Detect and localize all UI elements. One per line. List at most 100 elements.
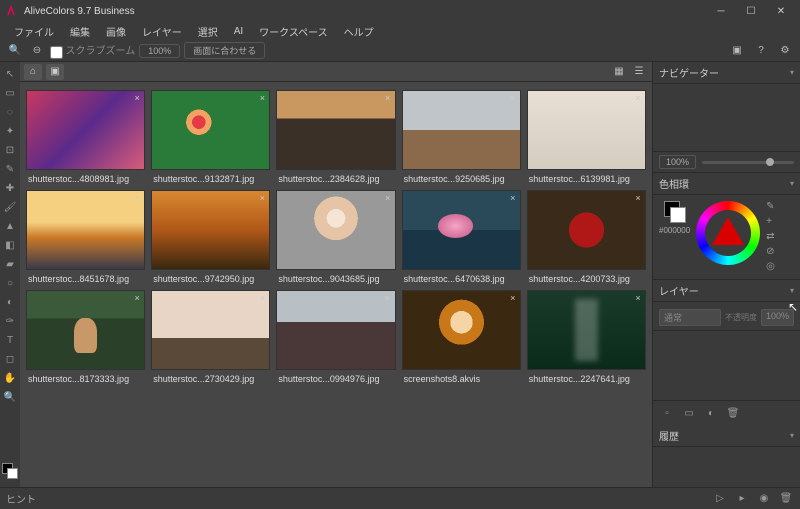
close-thumb-icon[interactable]: × bbox=[132, 193, 142, 203]
hand-tool-icon[interactable]: ✋ bbox=[2, 370, 18, 386]
view-list-icon[interactable]: ☰ bbox=[630, 63, 648, 81]
zoom-tool2-icon[interactable]: 🔍 bbox=[2, 389, 18, 405]
hex-value[interactable]: #000000 bbox=[659, 226, 690, 235]
tab-folder-icon[interactable]: ▣ bbox=[46, 64, 64, 80]
blur-tool-icon[interactable]: ○ bbox=[2, 275, 18, 291]
move-tool-icon[interactable]: ↖ bbox=[2, 66, 18, 82]
thumbnail-card[interactable]: ×shutterstoc...8451678.jpg bbox=[26, 190, 145, 284]
thumbnail-image[interactable]: × bbox=[527, 190, 646, 270]
thumbnail-card[interactable]: ×shutterstoc...2730429.jpg bbox=[151, 290, 270, 384]
maximize-button[interactable]: ☐ bbox=[736, 1, 766, 21]
wand-tool-icon[interactable]: ✦ bbox=[2, 123, 18, 139]
folder-icon[interactable]: ▭ bbox=[681, 405, 697, 421]
collapse-icon[interactable]: ▾ bbox=[790, 68, 794, 77]
close-thumb-icon[interactable]: × bbox=[383, 193, 393, 203]
info-icon[interactable]: ▣ bbox=[728, 42, 746, 60]
heal-tool-icon[interactable]: ✚ bbox=[2, 180, 18, 196]
trash2-icon[interactable]: 🗑 bbox=[778, 491, 794, 507]
help-icon[interactable]: ? bbox=[752, 42, 770, 60]
thumbnail-card[interactable]: ×shutterstoc...6470638.jpg bbox=[402, 190, 521, 284]
thumbnail-image[interactable]: × bbox=[527, 290, 646, 370]
zoom-100-button[interactable]: 100% bbox=[139, 44, 180, 58]
menu-workspace[interactable]: ワークスペース bbox=[251, 22, 336, 41]
scrub-zoom-checkbox[interactable] bbox=[50, 46, 63, 59]
record-icon[interactable]: ◉ bbox=[756, 491, 772, 507]
close-thumb-icon[interactable]: × bbox=[633, 193, 643, 203]
lasso-tool-icon[interactable]: ◌ bbox=[2, 104, 18, 120]
fit-screen-button[interactable]: 画面に合わせる bbox=[184, 42, 265, 59]
thumbnail-card[interactable]: ×shutterstoc...2384628.jpg bbox=[276, 90, 395, 184]
minimize-button[interactable]: ─ bbox=[706, 1, 736, 21]
layers-header[interactable]: レイヤー▾ bbox=[653, 280, 800, 302]
close-button[interactable]: ✕ bbox=[766, 1, 796, 21]
menu-select[interactable]: 選択 bbox=[190, 22, 226, 41]
thumbnail-card[interactable]: ×shutterstoc...9742950.jpg bbox=[151, 190, 270, 284]
close-thumb-icon[interactable]: × bbox=[633, 93, 643, 103]
brush-tool-icon[interactable]: 🖌 bbox=[2, 199, 18, 215]
play-icon[interactable]: ▷ bbox=[712, 491, 728, 507]
dodge-tool-icon[interactable]: ◐ bbox=[2, 294, 18, 310]
mask-icon[interactable]: ◐ bbox=[703, 405, 719, 421]
close-thumb-icon[interactable]: × bbox=[257, 193, 267, 203]
zoom-value[interactable]: 100% bbox=[659, 155, 696, 169]
crop-tool-icon[interactable]: ⊡ bbox=[2, 142, 18, 158]
thumbnail-card[interactable]: ×shutterstoc...9132871.jpg bbox=[151, 90, 270, 184]
thumbnail-image[interactable]: × bbox=[402, 290, 521, 370]
menu-image[interactable]: 画像 bbox=[98, 22, 134, 41]
close-thumb-icon[interactable]: × bbox=[132, 93, 142, 103]
ring-mode-icon[interactable]: ◎ bbox=[766, 261, 778, 273]
thumbnail-image[interactable]: × bbox=[26, 90, 145, 170]
history-header[interactable]: 履歴▾ bbox=[653, 425, 800, 447]
menu-ai[interactable]: AI bbox=[226, 24, 251, 39]
close-thumb-icon[interactable]: × bbox=[383, 93, 393, 103]
zoom-slider[interactable] bbox=[702, 161, 794, 164]
thumbnail-image[interactable]: × bbox=[402, 90, 521, 170]
text-tool-icon[interactable]: T bbox=[2, 332, 18, 348]
navigator-header[interactable]: ナビゲーター▾ bbox=[653, 62, 800, 84]
menu-help[interactable]: ヘルプ bbox=[336, 22, 382, 41]
fill-tool-icon[interactable]: ▰ bbox=[2, 256, 18, 272]
color-swatches[interactable] bbox=[2, 463, 18, 479]
collapse-icon[interactable]: ▾ bbox=[790, 286, 794, 295]
stamp-tool-icon[interactable]: ▲ bbox=[2, 218, 18, 234]
thumbnail-image[interactable]: × bbox=[276, 90, 395, 170]
menu-edit[interactable]: 編集 bbox=[62, 22, 98, 41]
collapse-icon[interactable]: ▾ bbox=[790, 431, 794, 440]
thumbnail-image[interactable]: × bbox=[151, 290, 270, 370]
thumbnail-card[interactable]: ×shutterstoc...6139981.jpg bbox=[527, 90, 646, 184]
thumbnail-image[interactable]: × bbox=[276, 290, 395, 370]
close-thumb-icon[interactable]: × bbox=[257, 93, 267, 103]
thumbnail-image[interactable]: × bbox=[151, 90, 270, 170]
close-thumb-icon[interactable]: × bbox=[633, 293, 643, 303]
blend-mode-select[interactable]: 通常 bbox=[659, 309, 721, 326]
menu-layer[interactable]: レイヤー bbox=[134, 22, 190, 41]
close-thumb-icon[interactable]: × bbox=[508, 93, 518, 103]
history-list[interactable] bbox=[653, 447, 800, 487]
thumbnail-gallery[interactable]: ×shutterstoc...4808981.jpg×shutterstoc..… bbox=[20, 82, 652, 487]
thumbnail-image[interactable]: × bbox=[26, 190, 145, 270]
trash-icon[interactable]: 🗑 bbox=[725, 405, 741, 421]
eyedropper-icon[interactable]: ✎ bbox=[766, 201, 778, 213]
panel-color-swatches[interactable] bbox=[664, 201, 686, 223]
view-grid-icon[interactable]: ▦ bbox=[610, 63, 628, 81]
eraser-tool-icon[interactable]: ◧ bbox=[2, 237, 18, 253]
close-thumb-icon[interactable]: × bbox=[508, 293, 518, 303]
pen-tool-icon[interactable]: ✑ bbox=[2, 313, 18, 329]
swap-icon[interactable]: ⇄ bbox=[766, 231, 778, 243]
close-thumb-icon[interactable]: × bbox=[508, 193, 518, 203]
thumbnail-card[interactable]: ×shutterstoc...8173333.jpg bbox=[26, 290, 145, 384]
shape-tool-icon[interactable]: ◻ bbox=[2, 351, 18, 367]
marquee-tool-icon[interactable]: ▭ bbox=[2, 85, 18, 101]
thumbnail-card[interactable]: ×shutterstoc...0994976.jpg bbox=[276, 290, 395, 384]
thumbnail-card[interactable]: ×shutterstoc...9250685.jpg bbox=[402, 90, 521, 184]
thumbnail-card[interactable]: ×screenshots8.akvis bbox=[402, 290, 521, 384]
opacity-value[interactable]: 100% bbox=[761, 309, 794, 326]
thumbnail-image[interactable]: × bbox=[26, 290, 145, 370]
thumbnail-card[interactable]: ×shutterstoc...2247641.jpg bbox=[527, 290, 646, 384]
step-icon[interactable]: ▸ bbox=[734, 491, 750, 507]
tab-home-icon[interactable]: ⌂ bbox=[24, 64, 42, 80]
thumbnail-image[interactable]: × bbox=[527, 90, 646, 170]
settings-gear-icon[interactable]: ⚙ bbox=[776, 42, 794, 60]
add-layer-icon[interactable]: ▫ bbox=[659, 405, 675, 421]
thumbnail-card[interactable]: ×shutterstoc...4200733.jpg bbox=[527, 190, 646, 284]
